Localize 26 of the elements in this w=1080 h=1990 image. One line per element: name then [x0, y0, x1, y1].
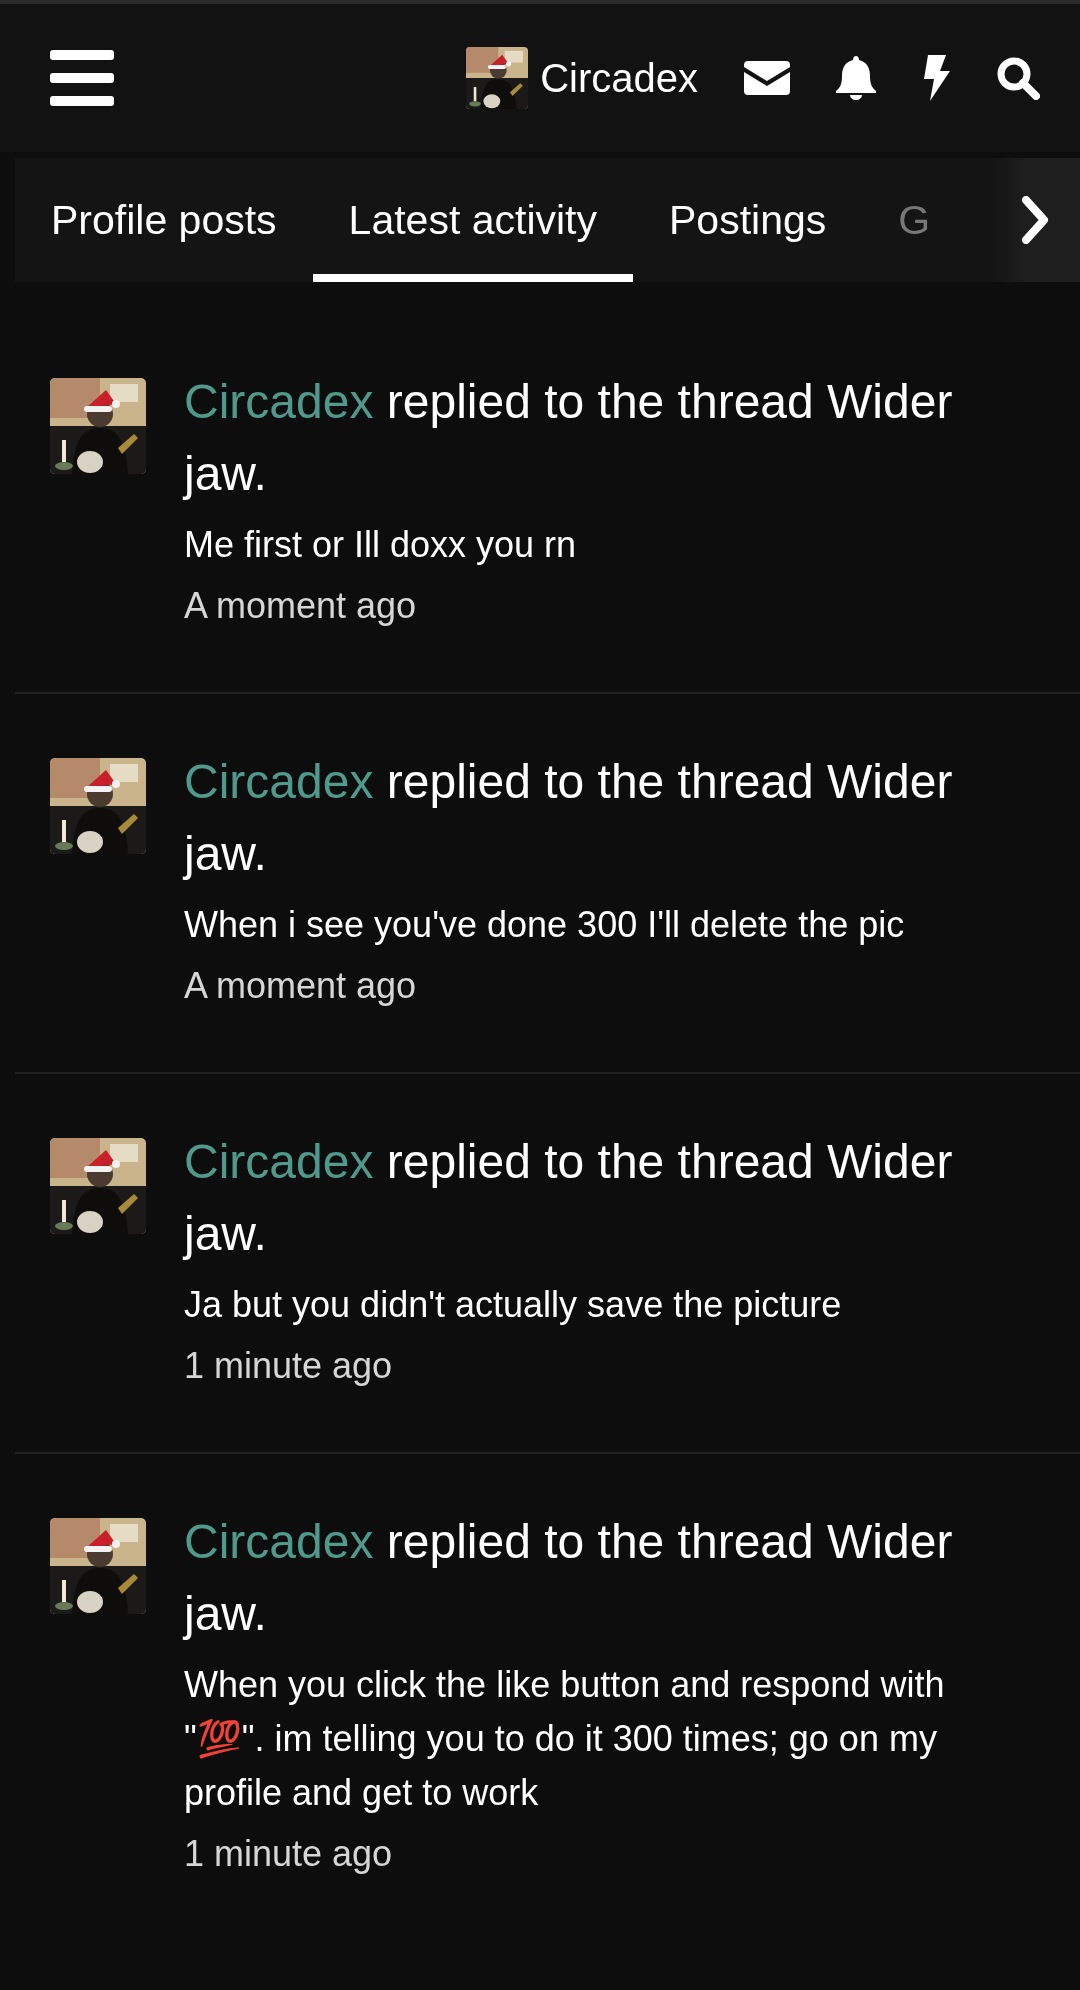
username-link[interactable]: Circadex — [184, 1515, 374, 1568]
menu-icon[interactable] — [50, 50, 114, 106]
lightning-icon[interactable] — [922, 55, 950, 101]
activity-title: Circadex replied to the thread Wider jaw. — [184, 1134, 954, 1262]
timestamp: 1 minute ago — [184, 1832, 394, 1876]
post-snippet: When i see you've done 300 I'll delete the pic — [184, 903, 906, 947]
username-link[interactable]: Circadex — [184, 375, 374, 428]
envelope-icon[interactable] — [744, 61, 790, 95]
post-snippet: Ja but you didn't actually save the picture — [184, 1283, 843, 1327]
activity-title: Circadex replied to the thread Wider jaw. — [184, 1514, 954, 1642]
tab[interactable]: Postings — [633, 158, 863, 282]
post-snippet: When you click the like button and respond with "💯". im telling you to do it 300 times; go on my profile and get to work — [184, 1663, 946, 1815]
activity-title: Circadex replied to the thread Wider jaw. — [184, 754, 954, 882]
search-icon[interactable] — [996, 56, 1040, 100]
tab[interactable]: G — [862, 158, 931, 282]
tab[interactable]: Profile posts — [15, 158, 313, 282]
post-snippet: Me first or Ill doxx you rn — [184, 523, 578, 567]
bell-icon[interactable] — [836, 56, 876, 100]
username-link[interactable]: Circadex — [184, 1135, 374, 1188]
user-menu[interactable]: Circadex — [466, 47, 698, 109]
tab[interactable]: Latest activity — [312, 158, 633, 282]
username-link[interactable]: Circadex — [184, 755, 374, 808]
activity-title: Circadex replied to the thread Wider jaw. — [184, 374, 954, 502]
timestamp: A moment ago — [184, 584, 418, 628]
timestamp: 1 minute ago — [184, 1344, 394, 1388]
timestamp: A moment ago — [184, 964, 418, 1008]
